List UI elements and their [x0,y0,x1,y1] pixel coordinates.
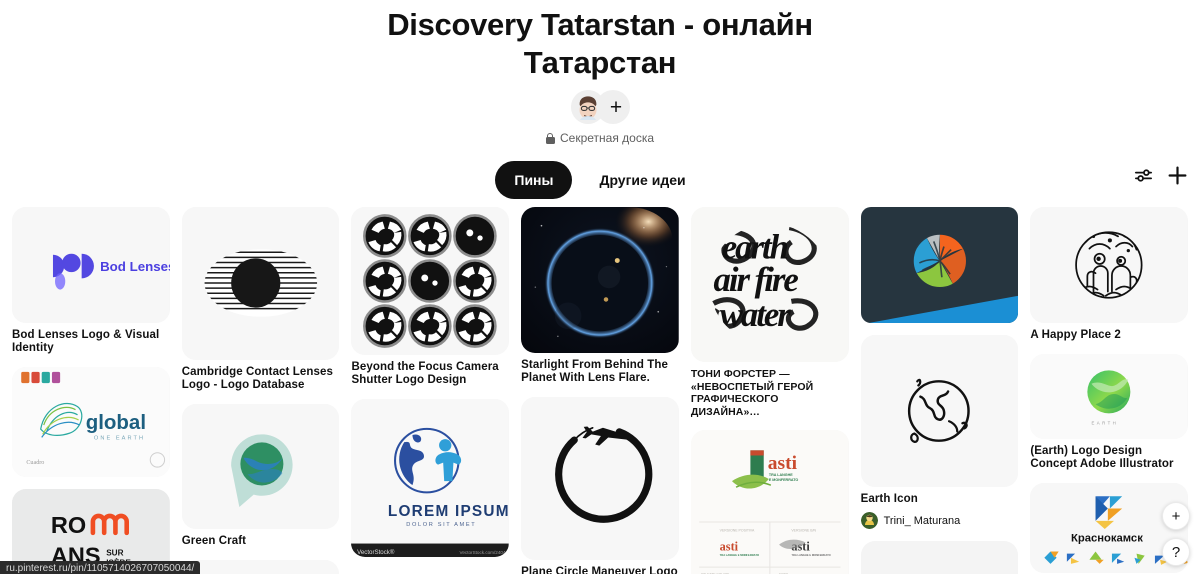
svg-text:E MONFERRATO: E MONFERRATO [769,478,799,482]
pin-card[interactable]: Beyond the Focus Camera Shutter Logo Des… [351,207,510,387]
flag-chart-art [181,560,340,574]
pin-title: Earth Icon [860,493,918,505]
pin-column: Starlight From Behind The Planet With Le… [521,207,679,574]
svg-text:VectorStock®: VectorStock® [358,549,396,556]
pin-card[interactable]: LOREM IPSUM DOLOR SIT AMET VectorStock® … [351,399,510,557]
four-elements-card-art [860,207,1019,323]
board-header: Discovery Tatarstan - онлайн Татарстан + [0,0,1200,145]
board-tools [1134,165,1188,186]
pin-column: Beyond the Focus Camera Shutter Logo Des… [351,207,510,557]
avatar[interactable] [570,90,605,124]
pin-card[interactable]: Bod Lenses Bod Lenses Logo & Visual Iden… [12,207,170,355]
pin-card[interactable]: asti TRA LANGHE E MONFERRATO VERSIONE PO… [690,430,849,574]
svg-text:VERSIONE B/N: VERSIONE B/N [791,528,816,532]
svg-text:asti: asti [768,453,798,474]
svg-text:global: global [86,411,146,434]
pin-title: Bod Lenses Logo & Visual Identity [12,329,160,354]
pin-title: ТОНИ ФОРСТЕР — «НЕВОСПЕТЫЙ ГЕРОЙ ГРАФИЧЕ… [690,368,814,418]
blank-card-art [860,541,1019,574]
svg-text:LOREM IPSUM: LOREM IPSUM [388,503,509,520]
asti-brandboard-art: asti TRA LANGHE E MONFERRATO VERSIONE PO… [690,430,849,574]
bod-lenses-art: Bod Lenses [12,207,170,323]
cambridge-lenses-art [181,207,340,360]
pin-card[interactable] [181,560,340,574]
pin-title: Starlight From Behind The Planet With Le… [521,359,669,384]
camera-shutter-grid-art [351,207,510,355]
user-avatar [860,512,878,529]
plane-circle-art [521,397,679,560]
svg-text:VERSIONE POSITIVA: VERSIONE POSITIVA [720,528,755,532]
pin-title: Cambridge Contact Lenses Logo - Logo Dat… [181,366,334,391]
pin-card[interactable]: Green Craft [181,404,340,548]
browser-status-bar: ru.pinterest.ru/pin/1105714026707050044/ [0,561,201,574]
svg-text:ONE EARTH: ONE EARTH [94,435,145,441]
pin-card[interactable]: Plane Circle Maneuver Logo Icon Design T… [521,397,679,574]
svg-text:TRA LANGHE E MONFERRATO: TRA LANGHE E MONFERRATO [720,553,759,557]
pinterest-board-page: Discovery Tatarstan - онлайн Татарстан + [0,0,1200,574]
svg-text:RO: RO [51,512,86,538]
svg-text:TRA LANGHE E MONFERRATO: TRA LANGHE E MONFERRATO [791,553,830,557]
pin-column: Bod Lenses Bod Lenses Logo & Visual Iden… [12,207,170,574]
pin-column: earth air fire water ТОНИ ФОРСТЕР — «НЕВ… [690,207,849,574]
pin-card[interactable]: A Happy Place 2 [1030,207,1189,342]
plus-icon[interactable] [1167,165,1188,186]
starlight-planet-art [521,207,679,353]
pin-card[interactable]: earth air fire water ТОНИ ФОРСТЕР — «НЕВ… [690,207,849,418]
pin-column: Cambridge Contact Lenses Logo - Logo Dat… [181,207,340,574]
pin-card[interactable]: EARTH (Earth) Logo Design Concept Adobe … [1030,354,1189,471]
earth-air-fire-water-art: earth air fire water [690,207,849,362]
svg-text:asti: asti [720,540,739,554]
credit-name: Trini_ Maturana [883,514,961,527]
pin-card[interactable] [860,541,1019,574]
svg-text:TRA LANGHE: TRA LANGHE [769,473,793,477]
earth-icon-sketch-art [860,335,1019,487]
svg-text:DOLOR SIT AMET: DOLOR SIT AMET [407,522,477,528]
owner-row: + [0,90,1200,124]
svg-text:EARTH: EARTH [1092,421,1119,426]
earth-green-logo-art: EARTH [1030,354,1189,439]
svg-text:Bod Lenses: Bod Lenses [100,259,170,274]
svg-text:air fire: air fire [713,260,798,299]
pin-credit[interactable]: Trini_ Maturana [860,512,1019,529]
tab-more-ideas[interactable]: Другие идеи [580,161,704,199]
pin-card[interactable]: Earth Icon Trini_ Maturana [860,335,1019,529]
lock-icon [545,132,555,144]
pin-card[interactable]: Starlight From Behind The Planet With Le… [521,207,679,385]
board-privacy: Секретная доска [0,131,1200,145]
privacy-label: Секретная доска [559,131,655,145]
create-pin-fab[interactable]: + [1162,502,1190,530]
pin-title: Plane Circle Maneuver Logo Icon Design T… [521,566,678,574]
help-fab[interactable]: ? [1162,538,1190,566]
pin-title: Beyond the Focus Camera Shutter Logo Des… [351,361,499,386]
tabs: Пины Другие идеи [0,161,1200,199]
pin-card[interactable] [860,207,1019,323]
page-title: Discovery Tatarstan - онлайн Татарстан [387,7,813,80]
svg-text:Краснокамск: Краснокамск [1071,532,1143,544]
green-craft-art [181,404,340,529]
pin-grid: Bod Lenses Bod Lenses Logo & Visual Iden… [0,207,1200,574]
global-one-earth-art: global ONE EARTH Cuadro [12,367,170,477]
pin-card[interactable]: Cambridge Contact Lenses Logo - Logo Dat… [181,207,340,392]
lorem-ipsum-globe-art: LOREM IPSUM DOLOR SIT AMET VectorStock® … [351,399,510,557]
pin-column: Earth Icon Trini_ Maturana [860,207,1019,574]
svg-text:Cuadro: Cuadro [26,460,44,466]
board-tabbar: Пины Другие идеи [0,161,1200,199]
svg-text:SUR: SUR [106,548,123,557]
floating-action-buttons: + ? [1162,502,1190,566]
sliders-icon[interactable] [1134,166,1153,185]
happy-place-circle-art [1030,207,1189,323]
pin-title: Green Craft [181,535,247,547]
pin-card[interactable]: global ONE EARTH Cuadro [12,367,170,477]
tab-pins[interactable]: Пины [495,161,573,199]
pin-title: A Happy Place 2 [1030,329,1121,341]
pin-title: (Earth) Logo Design Concept Adobe Illust… [1030,445,1174,470]
svg-text:VectorStock.com/24042006: VectorStock.com/24042006 [460,550,509,555]
